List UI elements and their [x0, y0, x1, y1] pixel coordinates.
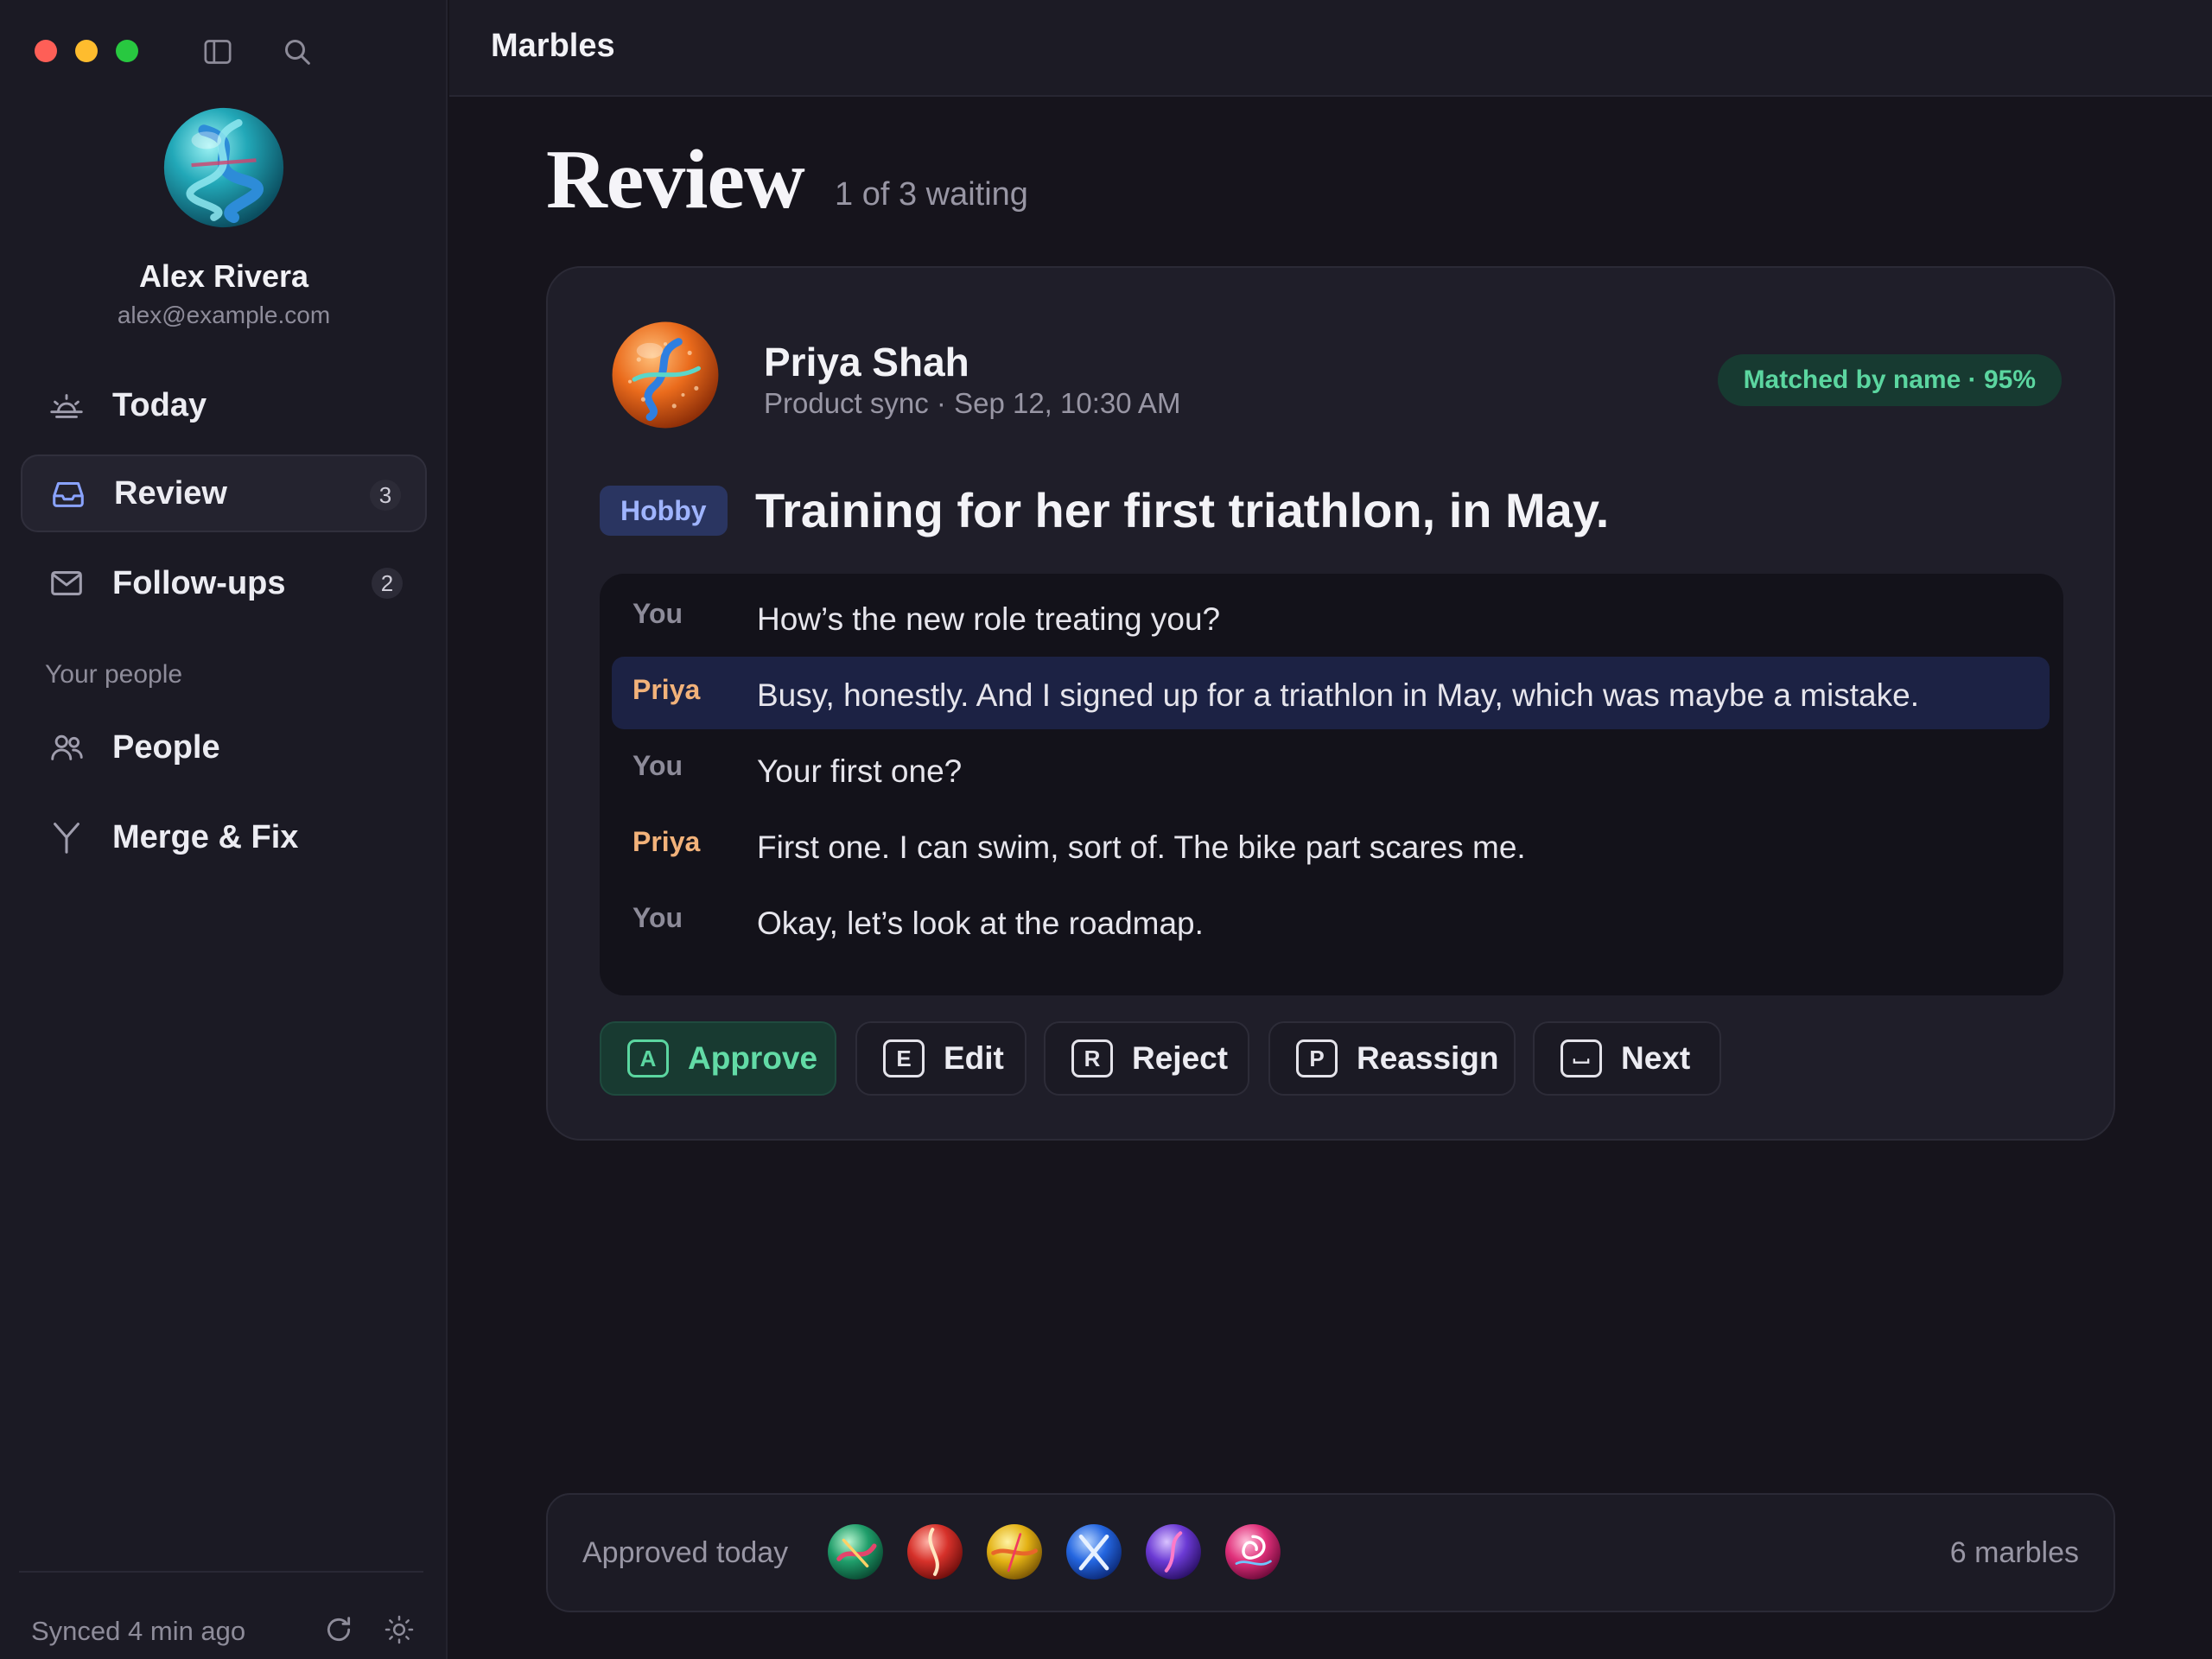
marble-green[interactable]	[826, 1522, 885, 1581]
match-badge: Matched by name · 95%	[1717, 354, 2062, 406]
section-label: Your people	[45, 660, 183, 689]
button-label: Reject	[1132, 1040, 1229, 1076]
fact-headline: Training for her first triathlon, in May…	[755, 483, 1610, 537]
page-title: Review	[546, 133, 805, 226]
contact-avatar[interactable]	[610, 320, 721, 430]
transcript-line: Priya First one. I can swim, sort of. Th…	[612, 809, 2050, 881]
nav-label: People	[112, 728, 220, 766]
transcript: You How’s the new role treating you? Pri…	[600, 574, 2063, 995]
nav-review[interactable]: Review 3	[21, 454, 427, 532]
button-label: Next	[1621, 1040, 1691, 1076]
follow-ups-count-badge: 2	[372, 568, 403, 599]
nav-today[interactable]: Today	[21, 366, 427, 444]
shortcut-key: E	[883, 1039, 925, 1077]
window-controls	[35, 40, 138, 62]
mail-icon	[47, 563, 86, 603]
page-subtitle: 1 of 3 waiting	[835, 176, 1028, 213]
button-label: Approve	[688, 1040, 818, 1076]
speaker-label: Priya	[632, 826, 701, 857]
speaker-label: You	[632, 902, 683, 933]
sunrise-icon	[47, 385, 86, 425]
app-title: Marbles	[491, 28, 615, 64]
shortcut-key: P	[1296, 1039, 1338, 1077]
speaker-label: You	[632, 750, 683, 781]
utterance-text: Busy, honestly. And I signed up for a tr…	[757, 677, 1919, 713]
utterance-text: First one. I can swim, sort of. The bike…	[757, 830, 1526, 865]
sync-status: Synced 4 min ago	[31, 1616, 246, 1646]
approved-marbles	[826, 1522, 1282, 1581]
shortcut-key: A	[627, 1039, 669, 1077]
button-label: Reassign	[1357, 1040, 1499, 1076]
user-profile: Alex Rivera alex@example.com	[0, 105, 448, 329]
utterance-text: Your first one?	[757, 753, 963, 789]
reassign-button[interactable]: P Reassign	[1268, 1021, 1516, 1096]
zoom-window-button[interactable]	[116, 40, 138, 62]
shortcut-key: R	[1071, 1039, 1113, 1077]
speaker-label: You	[632, 598, 683, 629]
contact-name: Priya Shah	[764, 340, 969, 385]
next-button[interactable]: Next	[1533, 1021, 1721, 1096]
transcript-line-highlighted: Priya Busy, honestly. And I signed up fo…	[612, 657, 2050, 729]
edit-button[interactable]: E Edit	[855, 1021, 1027, 1096]
approved-label: Approved today	[582, 1536, 789, 1569]
nav-follow-ups[interactable]: Follow-ups 2	[21, 544, 427, 622]
speaker-label: Priya	[632, 674, 701, 705]
utterance-text: Okay, let’s look at the roadmap.	[757, 906, 1204, 941]
marble-count: 6 marbles	[1949, 1536, 2079, 1569]
sidebar-footer: Synced 4 min ago	[19, 1571, 423, 1657]
transcript-line: You Okay, let’s look at the roadmap.	[612, 885, 2050, 957]
marble-purple[interactable]	[1144, 1522, 1203, 1581]
user-email: alex@example.com	[117, 302, 331, 328]
marble-blue[interactable]	[1065, 1522, 1123, 1581]
nav-label: Review	[114, 474, 227, 512]
nav-label: Today	[112, 386, 207, 423]
transcript-line: You How’s the new role treating you?	[612, 581, 2050, 653]
marble-red[interactable]	[906, 1522, 964, 1581]
user-name: Alex Rivera	[138, 258, 309, 294]
app-toolbar: Marbles	[449, 0, 2212, 97]
approve-button[interactable]: A Approve	[600, 1021, 836, 1096]
people-icon	[47, 728, 86, 767]
approved-today-bar: Approved today 6 marbles	[546, 1493, 2115, 1612]
sidebar: Alex Rivera alex@example.com Today Revie…	[0, 0, 448, 1659]
refresh-icon[interactable]	[321, 1612, 356, 1647]
close-window-button[interactable]	[35, 40, 57, 62]
merge-icon	[47, 817, 86, 857]
contact-meta: Product sync · Sep 12, 10:30 AM	[764, 387, 1181, 419]
nav-label: Follow-ups	[112, 564, 286, 601]
user-avatar[interactable]	[162, 105, 286, 230]
theme-sun-icon[interactable]	[382, 1612, 416, 1647]
nav-label: Merge & Fix	[112, 818, 299, 855]
nav-people[interactable]: People	[21, 709, 427, 786]
utterance-text: How’s the new role treating you?	[757, 601, 1221, 637]
reject-button[interactable]: R Reject	[1044, 1021, 1249, 1096]
minimize-window-button[interactable]	[75, 40, 98, 62]
category-tag[interactable]: Hobby	[600, 486, 728, 536]
space-key-icon	[1560, 1039, 1602, 1077]
inbox-icon	[48, 474, 88, 513]
nav-merge-fix[interactable]: Merge & Fix	[21, 798, 427, 876]
search-icon[interactable]	[280, 35, 315, 69]
sidebar-toggle-icon[interactable]	[200, 35, 235, 69]
transcript-line: You Your first one?	[612, 733, 2050, 805]
review-count-badge: 3	[370, 480, 401, 511]
marble-yellow[interactable]	[985, 1522, 1044, 1581]
marble-pink[interactable]	[1224, 1522, 1282, 1581]
review-card: Priya Shah Product sync · Sep 12, 10:30 …	[546, 266, 2115, 1141]
button-label: Edit	[944, 1040, 1004, 1076]
